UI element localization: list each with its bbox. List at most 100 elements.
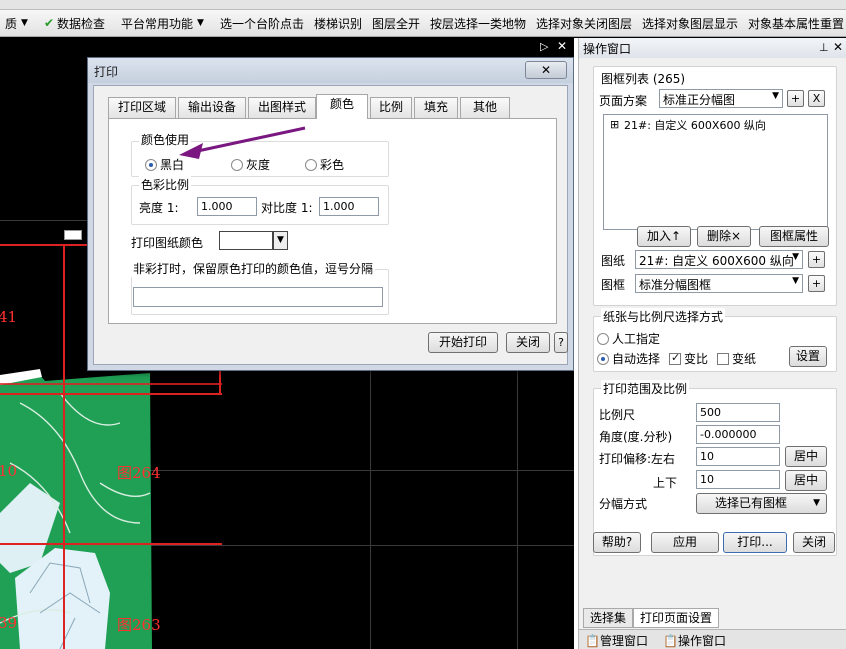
footer-tab-operation[interactable]: 📋操作窗口 bbox=[663, 632, 726, 649]
operation-panel: 操作窗口 ⊥ ✕ 图框列表 (265) 页面方案 标准正分幅图 ▼ + X ⊞ 2… bbox=[578, 38, 846, 649]
close-icon[interactable]: ✕ bbox=[833, 40, 843, 54]
tab-other[interactable]: 其他 bbox=[460, 97, 510, 118]
dialog-title: 打印 bbox=[88, 58, 573, 83]
offset-lr-input[interactable]: 10 bbox=[696, 447, 780, 466]
chevron-down-icon: ▼ bbox=[197, 18, 204, 28]
tab-output-style[interactable]: 出图样式 bbox=[248, 97, 316, 118]
paper-color-swatch[interactable] bbox=[219, 231, 273, 250]
radio-manual[interactable]: 人工指定 bbox=[597, 330, 660, 347]
map-label: 图263 bbox=[117, 616, 161, 634]
check-icon: ✔ bbox=[43, 16, 54, 30]
angle-input[interactable]: -0.000000 bbox=[696, 425, 780, 444]
frame-list-label: 图框列表 (265) bbox=[601, 72, 686, 86]
chevron-down-icon: ▼ bbox=[772, 91, 779, 101]
tab-print-area[interactable]: 打印区域 bbox=[108, 97, 176, 118]
radio-auto[interactable]: 自动选择 bbox=[597, 350, 660, 367]
frame-line bbox=[0, 543, 222, 545]
paper-label: 图纸 bbox=[601, 254, 626, 268]
map-label: 图264 bbox=[117, 464, 161, 482]
tab-fill[interactable]: 填充 bbox=[414, 97, 458, 118]
help-button[interactable]: ? bbox=[554, 332, 568, 353]
apply-button[interactable]: 应用 bbox=[651, 532, 719, 553]
add-frame-button[interactable]: 加入↑ bbox=[637, 226, 691, 247]
page-scheme-label: 页面方案 bbox=[599, 94, 648, 108]
dialog-close-button[interactable]: ✕ bbox=[525, 61, 567, 79]
start-print-button[interactable]: 开始打印 bbox=[428, 332, 498, 353]
radio-dot bbox=[597, 352, 609, 365]
close-icon[interactable]: ✕ bbox=[557, 39, 567, 53]
split-select[interactable]: 选择已有图框 ▼ bbox=[696, 493, 827, 514]
top-toolbar-strip bbox=[0, 0, 846, 10]
contrast-input[interactable]: 1.000 bbox=[319, 197, 379, 216]
toolbar-reset-attr[interactable]: 对象基本属性重置 bbox=[743, 13, 846, 34]
chevron-down-icon: ▼ bbox=[792, 252, 799, 262]
brightness-input[interactable]: 1.000 bbox=[197, 197, 257, 216]
chevron-down-icon: ▼ bbox=[813, 498, 820, 508]
checkbox-var-scale[interactable]: 变比 bbox=[669, 350, 708, 367]
toolbar-select-by-layer[interactable]: 按层选择一类地物 bbox=[425, 13, 531, 34]
close-button[interactable]: 关闭 bbox=[506, 332, 550, 353]
toolbar-data-check[interactable]: ✔ 数据检查 bbox=[39, 13, 110, 34]
help-button[interactable]: 帮助? bbox=[593, 532, 641, 553]
close-button[interactable]: 关闭 bbox=[793, 532, 835, 553]
offset-ud-input[interactable]: 10 bbox=[696, 470, 780, 489]
paper-color-label: 打印图纸颜色 bbox=[131, 236, 204, 250]
non-color-input[interactable] bbox=[133, 287, 383, 307]
land-parcels-drawing bbox=[0, 369, 152, 649]
frame-line bbox=[63, 244, 65, 649]
scale-label: 比例尺 bbox=[599, 408, 636, 422]
frame-properties-button[interactable]: 图框属性 bbox=[759, 226, 829, 247]
footer-tabs: 📋管理窗口 📋操作窗口 bbox=[579, 629, 846, 649]
offset-lr-label: 打印偏移:左右 bbox=[599, 452, 676, 466]
tree-expand-icon[interactable]: ⊞ bbox=[610, 118, 619, 131]
print-button[interactable]: 打印... bbox=[723, 532, 787, 553]
footer-tab-manage[interactable]: 📋管理窗口 bbox=[585, 632, 648, 649]
split-label: 分幅方式 bbox=[599, 497, 648, 511]
center-lr-button[interactable]: 居中 bbox=[785, 446, 827, 467]
print-dialog: 打印 ✕ 打印区域 输出设备 出图样式 颜色 比例 填充 其他 颜色使用 黑白 … bbox=[87, 57, 574, 371]
scale-mode-legend: 纸张与比例尺选择方式 bbox=[601, 308, 726, 325]
tab-color[interactable]: 颜色 bbox=[316, 94, 368, 119]
tab-output-device[interactable]: 输出设备 bbox=[178, 97, 246, 118]
tree-item[interactable]: 21#: 自定义 600X600 纵向 bbox=[624, 117, 766, 133]
annotation-arrow-icon bbox=[179, 126, 306, 159]
toolbar-show-layer[interactable]: 选择对象图层显示 bbox=[637, 13, 743, 34]
contrast-label: 对比度 1: bbox=[261, 201, 313, 215]
frame-line bbox=[0, 383, 222, 385]
print-range-legend: 打印范围及比例 bbox=[601, 380, 690, 397]
pin-icon[interactable]: ▷ bbox=[540, 40, 548, 53]
frame-tree[interactable]: ⊞ 21#: 自定义 600X600 纵向 bbox=[603, 114, 828, 230]
scale-input[interactable]: 500 bbox=[696, 403, 780, 422]
checkbox-var-paper[interactable]: 变纸 bbox=[717, 350, 756, 367]
add-frame-type-button[interactable]: + bbox=[808, 275, 825, 292]
paper-select[interactable]: 21#: 自定义 600X600 纵向 ▼ bbox=[635, 250, 803, 269]
panel-title: 操作窗口 bbox=[579, 38, 846, 58]
add-scheme-button[interactable]: + bbox=[787, 90, 804, 107]
chevron-down-icon[interactable]: ▼ bbox=[273, 231, 288, 250]
toolbar-close-layer[interactable]: 选择对象关闭图层 bbox=[531, 13, 637, 34]
tab-selection-set[interactable]: 选择集 bbox=[583, 608, 634, 628]
grid-line bbox=[517, 368, 518, 649]
color-tab-panel: 颜色使用 黑白 灰度 彩色 色彩比例 亮度 1: 1.000 对比度 1: 1.… bbox=[108, 118, 557, 324]
add-paper-button[interactable]: + bbox=[808, 251, 825, 268]
toolbar-item-quality[interactable]: 质 ▼ bbox=[0, 13, 33, 34]
toolbar-layers-all-on[interactable]: 图层全开 bbox=[367, 13, 425, 34]
toolbar-platform-functions[interactable]: 平台常用功能 ▼ bbox=[116, 13, 209, 34]
frame-select[interactable]: 标准分幅图框 ▼ bbox=[635, 274, 803, 293]
radio-color[interactable]: 彩色 bbox=[305, 156, 344, 173]
toolbar-select-step[interactable]: 选一个台阶点击 bbox=[215, 13, 309, 34]
tab-scale[interactable]: 比例 bbox=[370, 97, 412, 118]
toolbar-stair-detect[interactable]: 楼梯识别 bbox=[309, 13, 367, 34]
page-scheme-select[interactable]: 标准正分幅图 ▼ bbox=[659, 89, 783, 108]
map-label: 10 bbox=[0, 462, 18, 480]
dialog-body: 打印区域 输出设备 出图样式 颜色 比例 填充 其他 颜色使用 黑白 灰度 彩色… bbox=[93, 85, 568, 365]
chevron-down-icon: ▼ bbox=[21, 18, 28, 28]
checkbox-box bbox=[669, 351, 681, 365]
delete-frame-button[interactable]: 删除× bbox=[697, 226, 751, 247]
tab-print-page-settings[interactable]: 打印页面设置 bbox=[633, 608, 720, 628]
frame-line bbox=[0, 393, 222, 395]
settings-button[interactable]: 设置 bbox=[789, 346, 827, 367]
delete-scheme-button[interactable]: X bbox=[808, 90, 825, 107]
center-ud-button[interactable]: 居中 bbox=[785, 470, 827, 491]
pin-icon[interactable]: ⊥ bbox=[819, 41, 829, 54]
